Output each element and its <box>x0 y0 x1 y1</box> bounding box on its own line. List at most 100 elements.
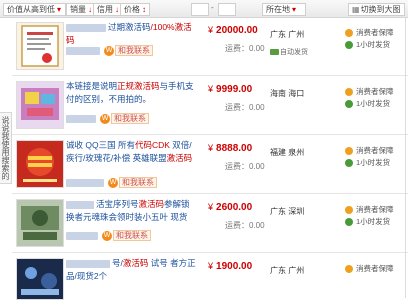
arrow-updown-icon: ↕ <box>142 5 146 14</box>
shield-icon <box>345 147 353 156</box>
listing-title-highlight-2: 激活码 <box>166 153 193 163</box>
badge-label: 消费者保障 <box>356 264 394 273</box>
currency-symbol: ¥ <box>208 25 214 35</box>
listing-title[interactable]: 号/激活码 试号 者方正品/现货2个 <box>66 257 196 283</box>
contact-seller[interactable]: W 和我联系 <box>66 113 149 124</box>
price-value: 20000.00 <box>216 25 258 36</box>
badge-label: 1小时发货 <box>356 217 391 226</box>
price-from-input[interactable] <box>191 3 209 16</box>
listing-title[interactable]: 过期激活码/100%激活码 <box>66 21 196 47</box>
shipping-fee: 运费：0.00 <box>225 44 265 53</box>
price-value: 1900.00 <box>216 261 253 272</box>
ship-time-badge[interactable]: 1小时发货 <box>345 98 390 109</box>
consumer-protection-badge[interactable]: 消费者保障 <box>345 145 394 156</box>
wangwang-icon: W <box>108 177 118 188</box>
shipping-fee: 运费：0.00 <box>225 221 265 230</box>
consumer-protection-badge[interactable]: 消费者保障 <box>345 263 394 274</box>
listing-row[interactable]: 诚收 QQ三国 所有代码CDK 双倍/疾行/玫瑰花/补偿 英雄联盟激活码 W 和我… <box>12 135 408 194</box>
listing-title[interactable]: 本链接是说明正规激活码与手机支付的区别，不用拍的。 <box>66 80 196 106</box>
wangwang-icon: W <box>104 45 114 56</box>
contact-label: 和我联系 <box>111 113 149 124</box>
listing-title-highlight: 激活码 <box>122 258 149 268</box>
listing-title-text: 诚收 QQ三国 所有 <box>66 140 135 150</box>
currency-symbol: ¥ <box>208 202 214 212</box>
blurred-text <box>66 23 106 32</box>
ship-time-badge[interactable]: 1小时发货 <box>345 157 390 168</box>
sort-toolbar: 价值从高到低 ▾ 销量 ↓ 信用 ↓ 价格 ↕ - 所在地 ▾ ▦切换到大图 <box>0 0 408 18</box>
listing-price: ¥9999.00 <box>208 84 252 95</box>
feedback-tab[interactable]: 说说我使用搜索的感受 <box>0 112 12 184</box>
contact-label: 和我联系 <box>113 230 151 241</box>
consumer-protection-badge[interactable]: 消费者保障 <box>345 86 394 97</box>
product-thumbnail[interactable] <box>16 81 64 129</box>
game-screenshot <box>17 259 63 299</box>
region-dropdown[interactable]: 所在地 ▾ <box>262 3 306 16</box>
listing-row[interactable]: 号/激活码 试号 者方正品/现货2个 ¥1900.00 广东 广州 消费者保障 <box>12 253 408 300</box>
truck-icon <box>270 49 279 56</box>
listing-row[interactable]: 本链接是说明正规激活码与手机支付的区别，不用拍的。 W 和我联系 ¥9999.00… <box>12 76 408 135</box>
badge-label: 1小时发货 <box>356 40 391 49</box>
listing-row[interactable]: 过期激活码/100%激活码 W 和我联系 ¥20000.00 运费：0.00 广东… <box>12 17 408 76</box>
shop-logo <box>17 141 63 187</box>
listing-title[interactable]: 活宝序列号激活码参解锁换者元魂珠会领时装小五叶 现货 <box>66 198 196 224</box>
currency-symbol: ¥ <box>208 84 214 94</box>
contact-seller[interactable]: W 和我联系 <box>66 230 151 241</box>
blurred-text <box>66 200 94 209</box>
price-to-input[interactable] <box>218 3 236 16</box>
sort-credit[interactable]: 信用 ↓ <box>93 3 123 16</box>
view-toggle-button[interactable]: ▦切换到大图 <box>348 3 405 16</box>
listing-title-text: 活宝序列号 <box>96 199 139 209</box>
seller-location: 海南 海口 <box>270 89 305 98</box>
product-thumbnail[interactable] <box>16 199 64 247</box>
auto-ship-label: 自动发货 <box>280 49 308 56</box>
clock-icon <box>345 218 353 227</box>
listing-title[interactable]: 诚收 QQ三国 所有代码CDK 双倍/疾行/玫瑰花/补偿 英雄联盟激活码 <box>66 139 196 165</box>
sort-price[interactable]: 价格 ↕ <box>120 3 150 16</box>
shield-icon <box>345 88 353 97</box>
shipping-fee: 运费：0.00 <box>225 103 265 112</box>
contact-label: 和我联系 <box>119 177 157 188</box>
contact-label: 和我联系 <box>115 45 153 56</box>
chevron-down-icon: ▾ <box>57 5 62 14</box>
right-border <box>405 17 406 298</box>
wangwang-icon: W <box>100 113 110 124</box>
price-value: 2600.00 <box>216 202 253 213</box>
contact-seller[interactable]: W 和我联系 <box>66 45 153 56</box>
sort-volume[interactable]: 销量 ↓ <box>66 3 96 16</box>
grid-icon: ▦ <box>352 5 360 14</box>
shield-icon <box>345 29 353 38</box>
sort-dropdown[interactable]: 价值从高到低 ▾ <box>3 3 66 16</box>
view-toggle-label: 切换到大图 <box>360 5 401 14</box>
seller-name-blurred <box>66 178 104 187</box>
product-thumbnail[interactable] <box>16 258 64 300</box>
clock-icon <box>345 159 353 168</box>
consumer-protection-badge[interactable]: 消费者保障 <box>345 27 394 38</box>
consumer-protection-badge[interactable]: 消费者保障 <box>345 204 394 215</box>
shipping-fee: 运费：0.00 <box>225 162 265 171</box>
listing-title-text: 过期激活码 <box>108 22 151 32</box>
currency-symbol: ¥ <box>208 143 214 153</box>
listing-row[interactable]: 活宝序列号激活码参解锁换者元魂珠会领时装小五叶 现货 W 和我联系 ¥2600.0… <box>12 194 408 253</box>
range-dash: - <box>211 3 214 12</box>
product-thumbnail[interactable] <box>16 140 64 188</box>
ship-time-badge[interactable]: 1小时发货 <box>345 216 390 227</box>
badge-label: 1小时发货 <box>356 99 391 108</box>
product-photo <box>21 88 59 120</box>
arrow-down-icon: ↓ <box>88 5 92 14</box>
ship-time-badge[interactable]: 1小时发货 <box>345 39 390 50</box>
sort-credit-label: 信用 <box>97 5 113 14</box>
product-thumbnail[interactable] <box>16 22 64 70</box>
listing-price: ¥2600.00 <box>208 202 252 213</box>
listing-price: ¥8888.00 <box>208 143 252 154</box>
badge-label: 消费者保障 <box>356 205 394 214</box>
wangwang-icon: W <box>102 230 112 241</box>
currency-symbol: ¥ <box>208 261 214 271</box>
listing-price: ¥1900.00 <box>208 261 252 272</box>
listing-price: ¥20000.00 <box>208 25 258 36</box>
game-screenshot <box>17 200 63 246</box>
auto-ship-tag: 自动发货 <box>270 47 308 57</box>
contact-seller[interactable]: W 和我联系 <box>66 177 157 188</box>
certificate-image <box>21 25 59 67</box>
shield-icon <box>345 265 353 274</box>
region-label: 所在地 <box>266 5 290 14</box>
